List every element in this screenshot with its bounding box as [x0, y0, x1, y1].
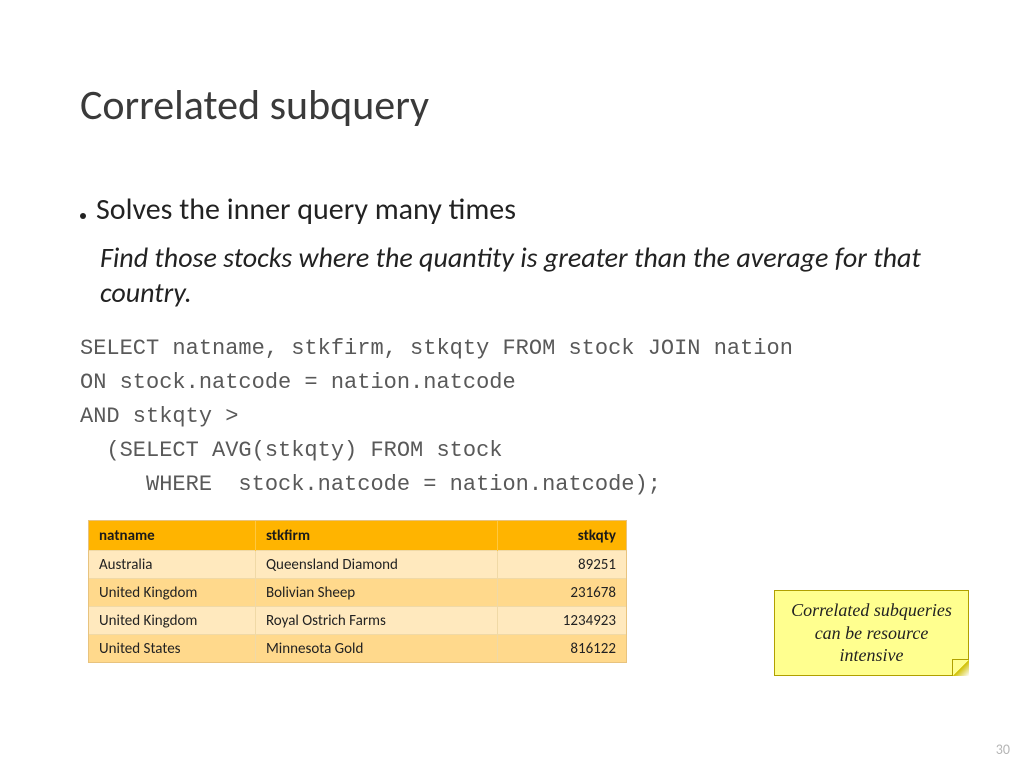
sql-code: SELECT natname, stkfirm, stkqty FROM sto… — [80, 332, 944, 502]
table-row: United Kingdom Royal Ostrich Farms 12349… — [89, 607, 626, 635]
slide: Correlated subquery Solves the inner que… — [0, 0, 1024, 768]
cell-natname: United Kingdom — [89, 579, 255, 607]
cell-natname: United States — [89, 635, 255, 663]
bullet-item: Solves the inner query many times — [80, 191, 944, 228]
cell-stkfirm: Minnesota Gold — [255, 635, 497, 663]
slide-title: Correlated subquery — [80, 80, 944, 131]
cell-stkqty: 1234923 — [497, 607, 626, 635]
table-header-row: natname stkfirm stkqty — [89, 521, 626, 551]
sticky-note: Correlated subqueries can be resource in… — [774, 590, 969, 676]
page-fold-icon — [952, 659, 969, 676]
cell-stkqty: 816122 — [497, 635, 626, 663]
cell-stkfirm: Bolivian Sheep — [255, 579, 497, 607]
bullet-dot-icon — [80, 213, 86, 219]
cell-natname: United Kingdom — [89, 607, 255, 635]
cell-stkqty: 231678 — [497, 579, 626, 607]
cell-stkfirm: Royal Ostrich Farms — [255, 607, 497, 635]
col-stkqty: stkqty — [497, 521, 626, 551]
bullet-text: Solves the inner query many times — [96, 191, 516, 228]
cell-stkqty: 89251 — [497, 551, 626, 579]
table-row: Australia Queensland Diamond 89251 — [89, 551, 626, 579]
problem-statement: Find those stocks where the quantity is … — [100, 240, 944, 310]
page-number: 30 — [996, 741, 1010, 758]
result-table: natname stkfirm stkqty Australia Queensl… — [88, 520, 627, 663]
col-stkfirm: stkfirm — [255, 521, 497, 551]
table-row: United Kingdom Bolivian Sheep 231678 — [89, 579, 626, 607]
cell-stkfirm: Queensland Diamond — [255, 551, 497, 579]
cell-natname: Australia — [89, 551, 255, 579]
table-row: United States Minnesota Gold 816122 — [89, 635, 626, 663]
sticky-note-text: Correlated subqueries can be resource in… — [783, 599, 960, 667]
col-natname: natname — [89, 521, 255, 551]
